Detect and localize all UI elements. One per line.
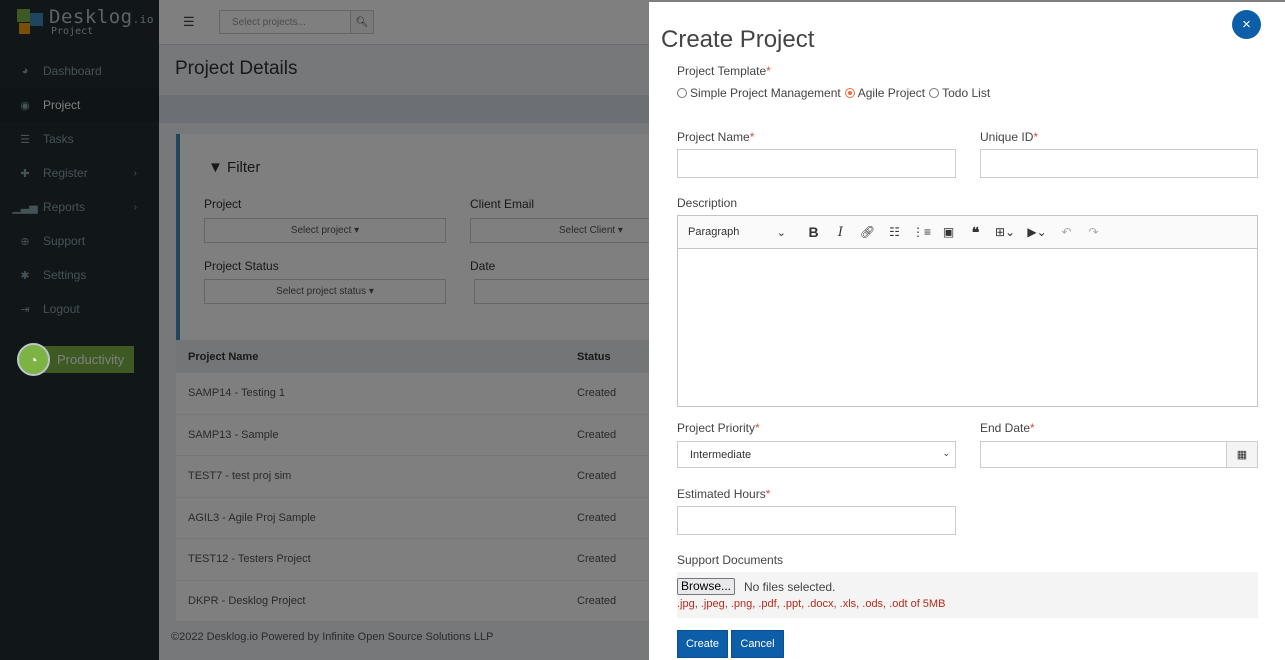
template-label: Project Template: [677, 64, 767, 78]
chevron-down-icon: ⌄: [942, 448, 950, 458]
priority-select[interactable]: Intermediate ⌄: [677, 441, 956, 468]
calendar-icon[interactable]: ▦: [1226, 442, 1257, 467]
required-mark: *: [766, 64, 771, 78]
browse-button[interactable]: Browse...: [677, 578, 736, 595]
end-date-label: End Date: [980, 421, 1031, 435]
table-icon[interactable]: ⊞⌄: [989, 225, 1021, 239]
quote-icon[interactable]: ❝: [962, 224, 989, 241]
link-icon[interactable]: 🔗︎: [854, 225, 881, 239]
file-types-hint: .jpg, .jpeg, .png, .pdf, .ppt, .docx, .x…: [677, 598, 946, 610]
italic-icon[interactable]: I: [827, 225, 854, 240]
end-date-input[interactable]: ▦: [980, 441, 1258, 468]
estimated-hours-label: Estimated Hours: [677, 487, 766, 501]
template-option-todo[interactable]: Todo List: [929, 86, 990, 100]
project-name-label: Project Name: [677, 130, 750, 144]
radio-button-selected[interactable]: [844, 88, 855, 98]
bold-icon[interactable]: B: [800, 224, 827, 240]
image-icon[interactable]: ▣: [935, 225, 962, 239]
chevron-down-icon: ⌄: [776, 226, 786, 239]
modal-title: Create Project: [661, 26, 815, 53]
cancel-button[interactable]: Cancel: [731, 630, 784, 658]
numbered-list-icon[interactable]: ⋮≡: [908, 225, 935, 239]
editor-content-area[interactable]: [678, 249, 1257, 406]
template-radio-group: Simple Project Management Agile Project …: [677, 86, 994, 100]
file-upload: Browse... No files selected. .jpg, .jpeg…: [677, 572, 1258, 618]
create-button[interactable]: Create: [677, 630, 728, 658]
no-files-text: No files selected.: [744, 580, 836, 594]
template-option-agile[interactable]: Agile Project: [844, 86, 925, 100]
redo-icon[interactable]: ↷: [1080, 225, 1107, 239]
unique-id-label: Unique ID: [980, 130, 1034, 144]
description-label: Description: [677, 196, 738, 210]
radio-button[interactable]: [929, 88, 940, 98]
template-option-simple[interactable]: Simple Project Management: [677, 86, 841, 100]
project-name-input[interactable]: [677, 149, 956, 178]
priority-label: Project Priority: [677, 421, 756, 435]
editor-toolbar: Paragraph ⌄ B I 🔗︎ ☷ ⋮≡ ▣ ❝ ⊞⌄ ▶⌄ ↶ ↷: [678, 216, 1257, 249]
estimated-hours-input[interactable]: [677, 506, 956, 535]
radio-button[interactable]: [677, 88, 687, 98]
unique-id-input[interactable]: [980, 149, 1258, 178]
gauge-icon: ◔: [17, 343, 50, 376]
close-button[interactable]: ×: [1232, 10, 1261, 39]
bulleted-list-icon[interactable]: ☷: [881, 225, 908, 239]
description-editor: Paragraph ⌄ B I 🔗︎ ☷ ⋮≡ ▣ ❝ ⊞⌄ ▶⌄ ↶ ↷: [677, 215, 1258, 407]
paragraph-format-select[interactable]: Paragraph ⌄: [688, 226, 786, 239]
support-documents-label: Support Documents: [677, 553, 784, 567]
undo-icon[interactable]: ↶: [1053, 225, 1080, 239]
create-project-modal: × Create Project Project Template* Simpl…: [649, 2, 1285, 660]
media-icon[interactable]: ▶⌄: [1021, 225, 1053, 239]
